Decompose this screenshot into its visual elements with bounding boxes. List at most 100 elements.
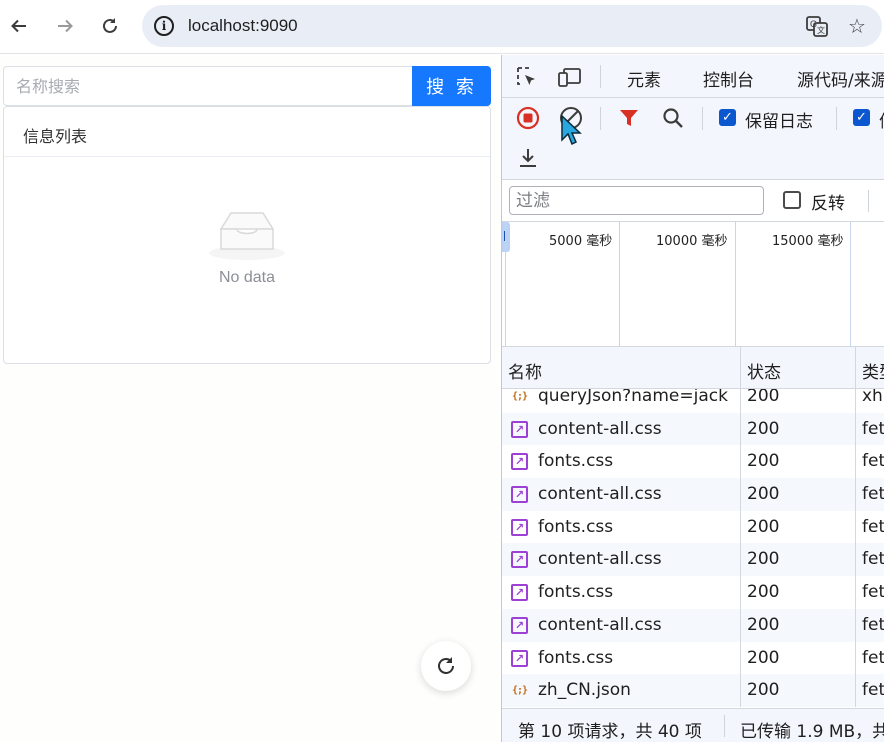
column-divider [740,389,741,413]
request-status-cell: 200 [747,516,780,537]
request-name-cell[interactable]: fonts.css [538,582,613,602]
tab-divider [600,65,601,88]
invert-checkbox[interactable] [783,191,801,209]
empty-state: No data [4,207,490,287]
request-name-cell[interactable]: fonts.css [538,648,613,668]
request-type-cell: xhr [862,389,884,406]
tab-elements[interactable]: 元素 [627,66,661,91]
forward-button[interactable] [49,10,81,42]
request-name-cell[interactable]: zh_CN.json [538,680,631,700]
search-row: 搜 索 [3,66,491,106]
search-button[interactable]: 搜 索 [412,66,491,106]
table-row[interactable]: ↗ content-all.css 200 fetch [502,412,884,446]
column-header-status[interactable]: 状态 [747,358,781,383]
request-count-text: 第 10 项请求，共 40 项 [518,722,702,742]
request-type-cell: fetch [862,614,884,635]
table-row[interactable]: ↗ content-all.css 200 fetch [502,543,884,577]
network-toolbar: ✓ 保留日志 ✓ 停 [502,98,884,180]
request-status-cell: 200 [747,484,780,505]
address-bar[interactable]: i localhost:9090 G文 ☆ [142,5,882,47]
back-button[interactable] [3,10,35,42]
table-row[interactable]: {;} zh_CN.json 200 fetch [502,674,884,707]
column-divider[interactable] [740,347,741,388]
disable-cache-label: 停 [879,107,884,132]
site-info-icon[interactable]: i [154,16,174,36]
device-toolbar-icon[interactable] [557,66,583,88]
column-divider [855,389,856,413]
toolbar-divider [836,107,837,130]
column-header-type[interactable]: 类型 [862,358,884,383]
column-divider[interactable] [855,347,856,388]
request-name-cell[interactable]: fonts.css [538,451,613,471]
column-divider [855,445,856,479]
preserve-log-checkbox[interactable]: ✓ [719,109,736,126]
disable-cache-checkbox[interactable]: ✓ [853,109,870,126]
empty-box-icon [209,212,285,260]
timeline-cursor-marker[interactable] [502,222,510,252]
search-button-devtools[interactable] [659,104,687,132]
request-name-cell[interactable]: fonts.css [538,517,613,537]
css-icon: ↗ [511,649,528,667]
request-type-cell: fetch [862,549,884,570]
css-icon: ↗ [511,551,528,569]
mouse-cursor-icon [561,115,582,146]
bookmark-star-icon[interactable]: ☆ [844,14,870,38]
filter-input[interactable] [509,186,764,215]
download-icon [520,149,536,167]
stop-recording-button[interactable] [514,104,542,132]
request-status-cell: 200 [747,680,780,701]
request-name-cell[interactable]: content-all.css [538,419,662,439]
filter-toggle-button[interactable] [615,104,643,132]
request-status-cell: 200 [747,418,780,439]
column-divider [855,576,856,609]
inspect-element-icon[interactable] [514,66,540,88]
browser-toolbar: i localhost:9090 G文 ☆ [0,0,884,54]
column-divider [740,641,741,675]
search-input[interactable] [3,66,413,106]
request-name-cell[interactable]: content-all.css [538,549,662,569]
page-content: 搜 索 信息列表 No data [0,55,500,742]
svg-text:G: G [810,19,817,29]
request-status-cell: 200 [747,389,780,406]
table-row[interactable]: ↗ fonts.css 200 fetch [502,510,884,544]
refresh-button[interactable] [421,641,471,691]
request-type-cell: fetch [862,647,884,668]
table-row[interactable]: {;} queryJson?name=jack 200 xhr [502,389,884,413]
info-list-card: 信息列表 No data [3,106,491,364]
devtools-tabs: 元素 控制台 源代码/来源 [502,55,884,98]
request-name-cell[interactable]: content-all.css [538,484,662,504]
card-title: 信息列表 [4,107,490,157]
table-row[interactable]: ↗ fonts.css 200 fetch [502,576,884,609]
export-har-button[interactable] [514,144,542,172]
column-divider [855,412,856,446]
network-status-bar: 第 10 项请求，共 40 项 已传输 1.9 MB，共 [502,708,884,742]
empty-text: No data [218,269,276,286]
css-icon: ↗ [511,584,528,602]
filter-funnel-icon [620,110,638,126]
column-divider [855,478,856,511]
tab-sources[interactable]: 源代码/来源 [797,66,884,91]
request-status-cell: 200 [747,614,780,635]
css-icon: ↗ [511,518,528,536]
request-name-cell[interactable]: queryJson?name=jack [538,389,728,406]
reload-button[interactable] [94,10,126,42]
column-header-name[interactable]: 名称 [508,358,542,383]
table-row[interactable]: ↗ fonts.css 200 fetch [502,641,884,675]
table-row[interactable]: ↗ content-all.css 200 fetch [502,478,884,511]
refresh-icon [438,657,454,674]
preserve-log-label: 保留日志 [745,112,813,132]
table-row[interactable]: ↗ content-all.css 200 fetch [502,608,884,642]
column-divider [855,608,856,642]
table-row[interactable]: ↗ fonts.css 200 fetch [502,445,884,479]
request-status-cell: 200 [747,549,780,570]
column-divider [740,510,741,544]
column-divider [855,510,856,544]
request-type-cell: fetch [862,582,884,603]
filter-divider [868,190,869,212]
tab-console[interactable]: 控制台 [703,66,754,91]
request-name-cell[interactable]: content-all.css [538,615,662,635]
url-text[interactable]: localhost:9090 [188,16,298,36]
reload-icon [103,18,117,33]
timeline-gridline [735,222,736,347]
translate-icon[interactable]: G文 [804,14,830,38]
